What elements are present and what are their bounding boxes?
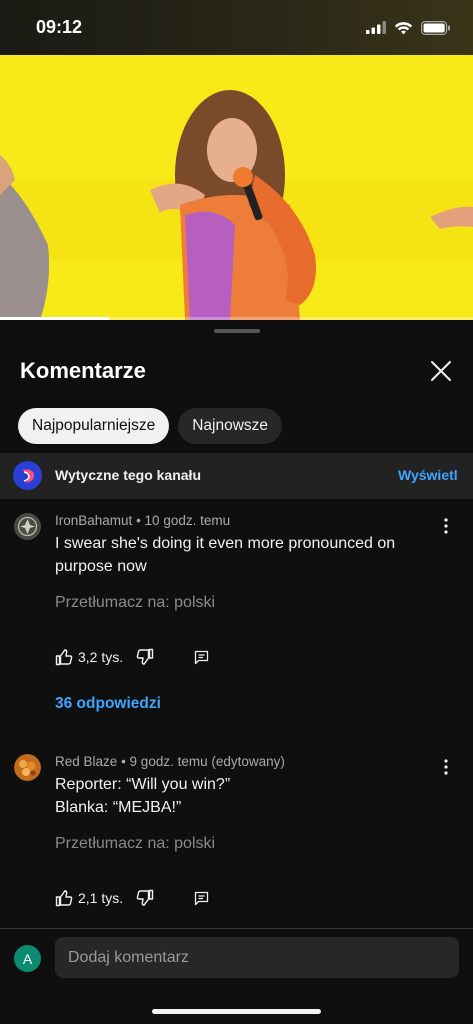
comment-actions: 3,2 tys. <box>55 645 209 669</box>
reply-icon <box>194 891 209 905</box>
comment-actions: 2,1 tys. <box>55 886 209 910</box>
filter-chips: Najpopularniejsze Najnowsze <box>18 408 283 444</box>
status-time: 09:12 <box>36 17 83 37</box>
composer-divider <box>0 928 473 929</box>
like-count: 3,2 tys. <box>78 649 124 665</box>
avatar[interactable] <box>14 513 41 540</box>
more-vertical-icon <box>444 518 448 534</box>
thumbs-up-icon <box>55 649 73 666</box>
close-button[interactable] <box>426 356 456 386</box>
wifi-icon <box>394 21 413 34</box>
channel-logo-icon <box>13 461 42 490</box>
thumbs-down-icon <box>136 648 154 665</box>
cellular-signal-icon <box>366 21 386 34</box>
like-count: 2,1 tys. <box>78 890 124 906</box>
video-player[interactable] <box>0 55 473 320</box>
translate-link[interactable]: Przetłumacz na: polski <box>55 835 215 853</box>
comment-author[interactable]: IronBahamut <box>55 513 132 528</box>
comments-sheet: Komentarze Najpopularniejsze Najnowsze W… <box>0 320 473 1024</box>
view-replies-link[interactable]: 36 odpowiedzi <box>55 695 161 713</box>
close-icon <box>431 361 451 381</box>
comment-meta: IronBahamut • 10 godz. temu <box>55 513 231 528</box>
more-vertical-icon <box>444 759 448 775</box>
user-avatar[interactable]: A <box>14 945 41 972</box>
comment-meta: Red Blaze • 9 godz. temu (edytowany) <box>55 754 285 769</box>
comment-text: Reporter: “Will you win?” Blanka: “MEJBA… <box>55 773 435 819</box>
like-button[interactable]: 3,2 tys. <box>55 648 123 666</box>
reply-button[interactable] <box>194 650 209 665</box>
guidelines-label: Wytyczne tego kanału <box>55 467 202 483</box>
reply-button[interactable] <box>194 891 209 906</box>
video-frame-image <box>0 55 473 320</box>
guidelines-view-link[interactable]: Wyświetl <box>398 467 458 483</box>
avatar[interactable] <box>14 754 41 781</box>
comment-text: I swear she's doing it even more pronoun… <box>55 535 396 575</box>
dislike-button[interactable] <box>136 889 154 907</box>
comment-time: 10 godz. temu <box>144 513 231 528</box>
status-bar: 09:12 <box>0 0 473 55</box>
add-comment-input[interactable]: Dodaj komentarz <box>55 937 459 978</box>
thumbs-up-icon <box>55 890 73 907</box>
battery-icon <box>421 20 450 35</box>
sheet-title: Komentarze <box>20 358 146 383</box>
comment-text-line: Blanka: “MEJBA!” <box>55 799 182 816</box>
home-indicator[interactable] <box>152 1009 321 1014</box>
chip-newest[interactable]: Najnowsze <box>178 408 283 444</box>
translate-link[interactable]: Przetłumacz na: polski <box>55 594 215 612</box>
comment-more-button[interactable] <box>436 514 456 538</box>
thumbs-down-icon <box>136 889 154 906</box>
comment-time: 9 godz. temu (edytowany) <box>129 754 285 769</box>
drag-handle[interactable] <box>214 329 260 333</box>
comment-more-button[interactable] <box>436 755 456 779</box>
reply-icon <box>194 650 209 664</box>
channel-guidelines-bar[interactable]: Wytyczne tego kanału Wyświetl <box>0 453 473 499</box>
like-button[interactable]: 2,1 tys. <box>55 889 123 907</box>
comment-text-line: Reporter: “Will you win?” <box>55 776 231 793</box>
dislike-button[interactable] <box>136 648 154 666</box>
comment-author[interactable]: Red Blaze <box>55 754 117 769</box>
status-icons <box>366 20 451 35</box>
chip-top-comments[interactable]: Najpopularniejsze <box>18 408 170 444</box>
